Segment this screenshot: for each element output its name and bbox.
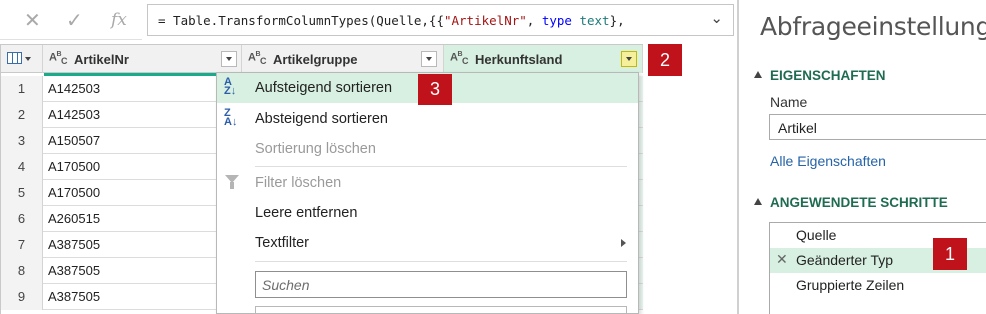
confirm-icon[interactable]: ✓ bbox=[66, 8, 83, 33]
grid-header: ABC ArtikelNr ABC Artikelgruppe ABC Herk… bbox=[1, 44, 643, 73]
cell-artikelnr: A150507 bbox=[48, 133, 101, 148]
row-number: 8 bbox=[1, 258, 43, 284]
formula-text: = Table.TransformColumnTypes(Quelle,{{"A… bbox=[158, 13, 625, 28]
submenu-arrow-icon bbox=[621, 239, 626, 247]
step-item[interactable]: Gruppierte Zeilen bbox=[770, 273, 986, 298]
sort-descending-icon: Z A↓ bbox=[224, 107, 238, 128]
cell-artikelnr: A170500 bbox=[48, 185, 101, 200]
column-header-artikelnr[interactable]: ABC ArtikelNr bbox=[43, 45, 242, 73]
text-type-icon[interactable]: ABC bbox=[248, 51, 267, 66]
row-number: 4 bbox=[1, 154, 43, 180]
filter-clear-icon bbox=[225, 175, 239, 191]
pane-title: Abfrageeinstellungen bbox=[760, 12, 986, 41]
row-number: 2 bbox=[1, 102, 43, 128]
callout-badge-3: 3 bbox=[418, 74, 452, 105]
menu-item-text-filter[interactable]: Textfilter bbox=[217, 228, 638, 258]
row-number: 1 bbox=[1, 76, 43, 102]
row-number: 9 bbox=[1, 284, 43, 310]
all-properties-link[interactable]: Alle Eigenschaften bbox=[770, 153, 886, 169]
menu-item-clear-filter[interactable]: Filter löschen bbox=[217, 168, 638, 198]
cell-artikelnr: A387505 bbox=[48, 263, 101, 278]
pane-separator bbox=[737, 0, 739, 314]
text-type-icon[interactable]: ABC bbox=[450, 51, 469, 66]
section-applied-steps-title: ANGEWENDETE SCHRITTE bbox=[770, 195, 948, 210]
formula-bar-icons: ✕ ✓ fx bbox=[0, 0, 142, 40]
table-menu-button[interactable] bbox=[1, 45, 43, 73]
table-icon bbox=[7, 52, 22, 64]
row-number: 7 bbox=[1, 232, 43, 258]
sort-ascending-icon: A Z↓ bbox=[224, 76, 237, 97]
cell-artikelnr: A142503 bbox=[48, 107, 101, 122]
text-type-icon[interactable]: ABC bbox=[49, 51, 68, 66]
column-name: Artikelgruppe bbox=[273, 52, 358, 67]
collapse-triangle-icon[interactable] bbox=[754, 71, 762, 78]
column-filter-menu: A Z↓ Aufsteigend sortieren Z A↓ Absteigend… bbox=[216, 72, 639, 314]
caret-down-icon bbox=[25, 57, 31, 61]
callout-badge-2: 2 bbox=[648, 44, 682, 76]
cell-artikelnr: A387505 bbox=[48, 237, 101, 252]
cancel-icon[interactable]: ✕ bbox=[24, 8, 41, 33]
column-dropdown-button-active[interactable] bbox=[621, 51, 637, 67]
chevron-down-icon[interactable]: ⌄ bbox=[710, 9, 723, 27]
column-dropdown-button[interactable] bbox=[221, 51, 237, 67]
name-label: Name bbox=[770, 94, 808, 110]
cell-artikelnr: A260515 bbox=[48, 211, 101, 226]
menu-item-clear-sort[interactable]: Sortierung löschen bbox=[217, 134, 638, 164]
column-name: ArtikelNr bbox=[74, 52, 129, 67]
cell-artikelnr: A170500 bbox=[48, 159, 101, 174]
search-input[interactable]: Suchen bbox=[255, 271, 627, 298]
fx-icon[interactable]: fx bbox=[111, 10, 127, 30]
menu-item-sort-descending[interactable]: Z A↓ Absteigend sortieren bbox=[217, 104, 638, 134]
column-name: Herkunftsland bbox=[475, 52, 563, 67]
row-number: 6 bbox=[1, 206, 43, 232]
cell-artikelnr: A142503 bbox=[48, 81, 101, 96]
menu-separator bbox=[255, 261, 627, 262]
formula-input[interactable]: = Table.TransformColumnTypes(Quelle,{{"A… bbox=[147, 4, 734, 36]
column-header-artikelgruppe[interactable]: ABC Artikelgruppe bbox=[242, 45, 444, 73]
menu-item-remove-empty[interactable]: Leere entfernen bbox=[217, 198, 638, 228]
section-properties-title: EIGENSCHAFTEN bbox=[770, 68, 886, 83]
col-dd-holder bbox=[219, 45, 243, 73]
value-list-box bbox=[255, 306, 627, 314]
cell-artikelnr: A387505 bbox=[48, 289, 101, 304]
column-dropdown-button[interactable] bbox=[421, 51, 437, 67]
menu-separator bbox=[255, 166, 627, 167]
row-number: 3 bbox=[1, 128, 43, 154]
column-header-herkunftsland[interactable]: ABC Herkunftsland bbox=[444, 45, 643, 73]
delete-step-icon[interactable]: ✕ bbox=[776, 251, 788, 268]
collapse-triangle-icon[interactable] bbox=[754, 198, 762, 205]
query-name-input[interactable]: Artikel bbox=[769, 114, 986, 140]
row-number: 5 bbox=[1, 180, 43, 206]
callout-badge-1: 1 bbox=[933, 238, 967, 270]
